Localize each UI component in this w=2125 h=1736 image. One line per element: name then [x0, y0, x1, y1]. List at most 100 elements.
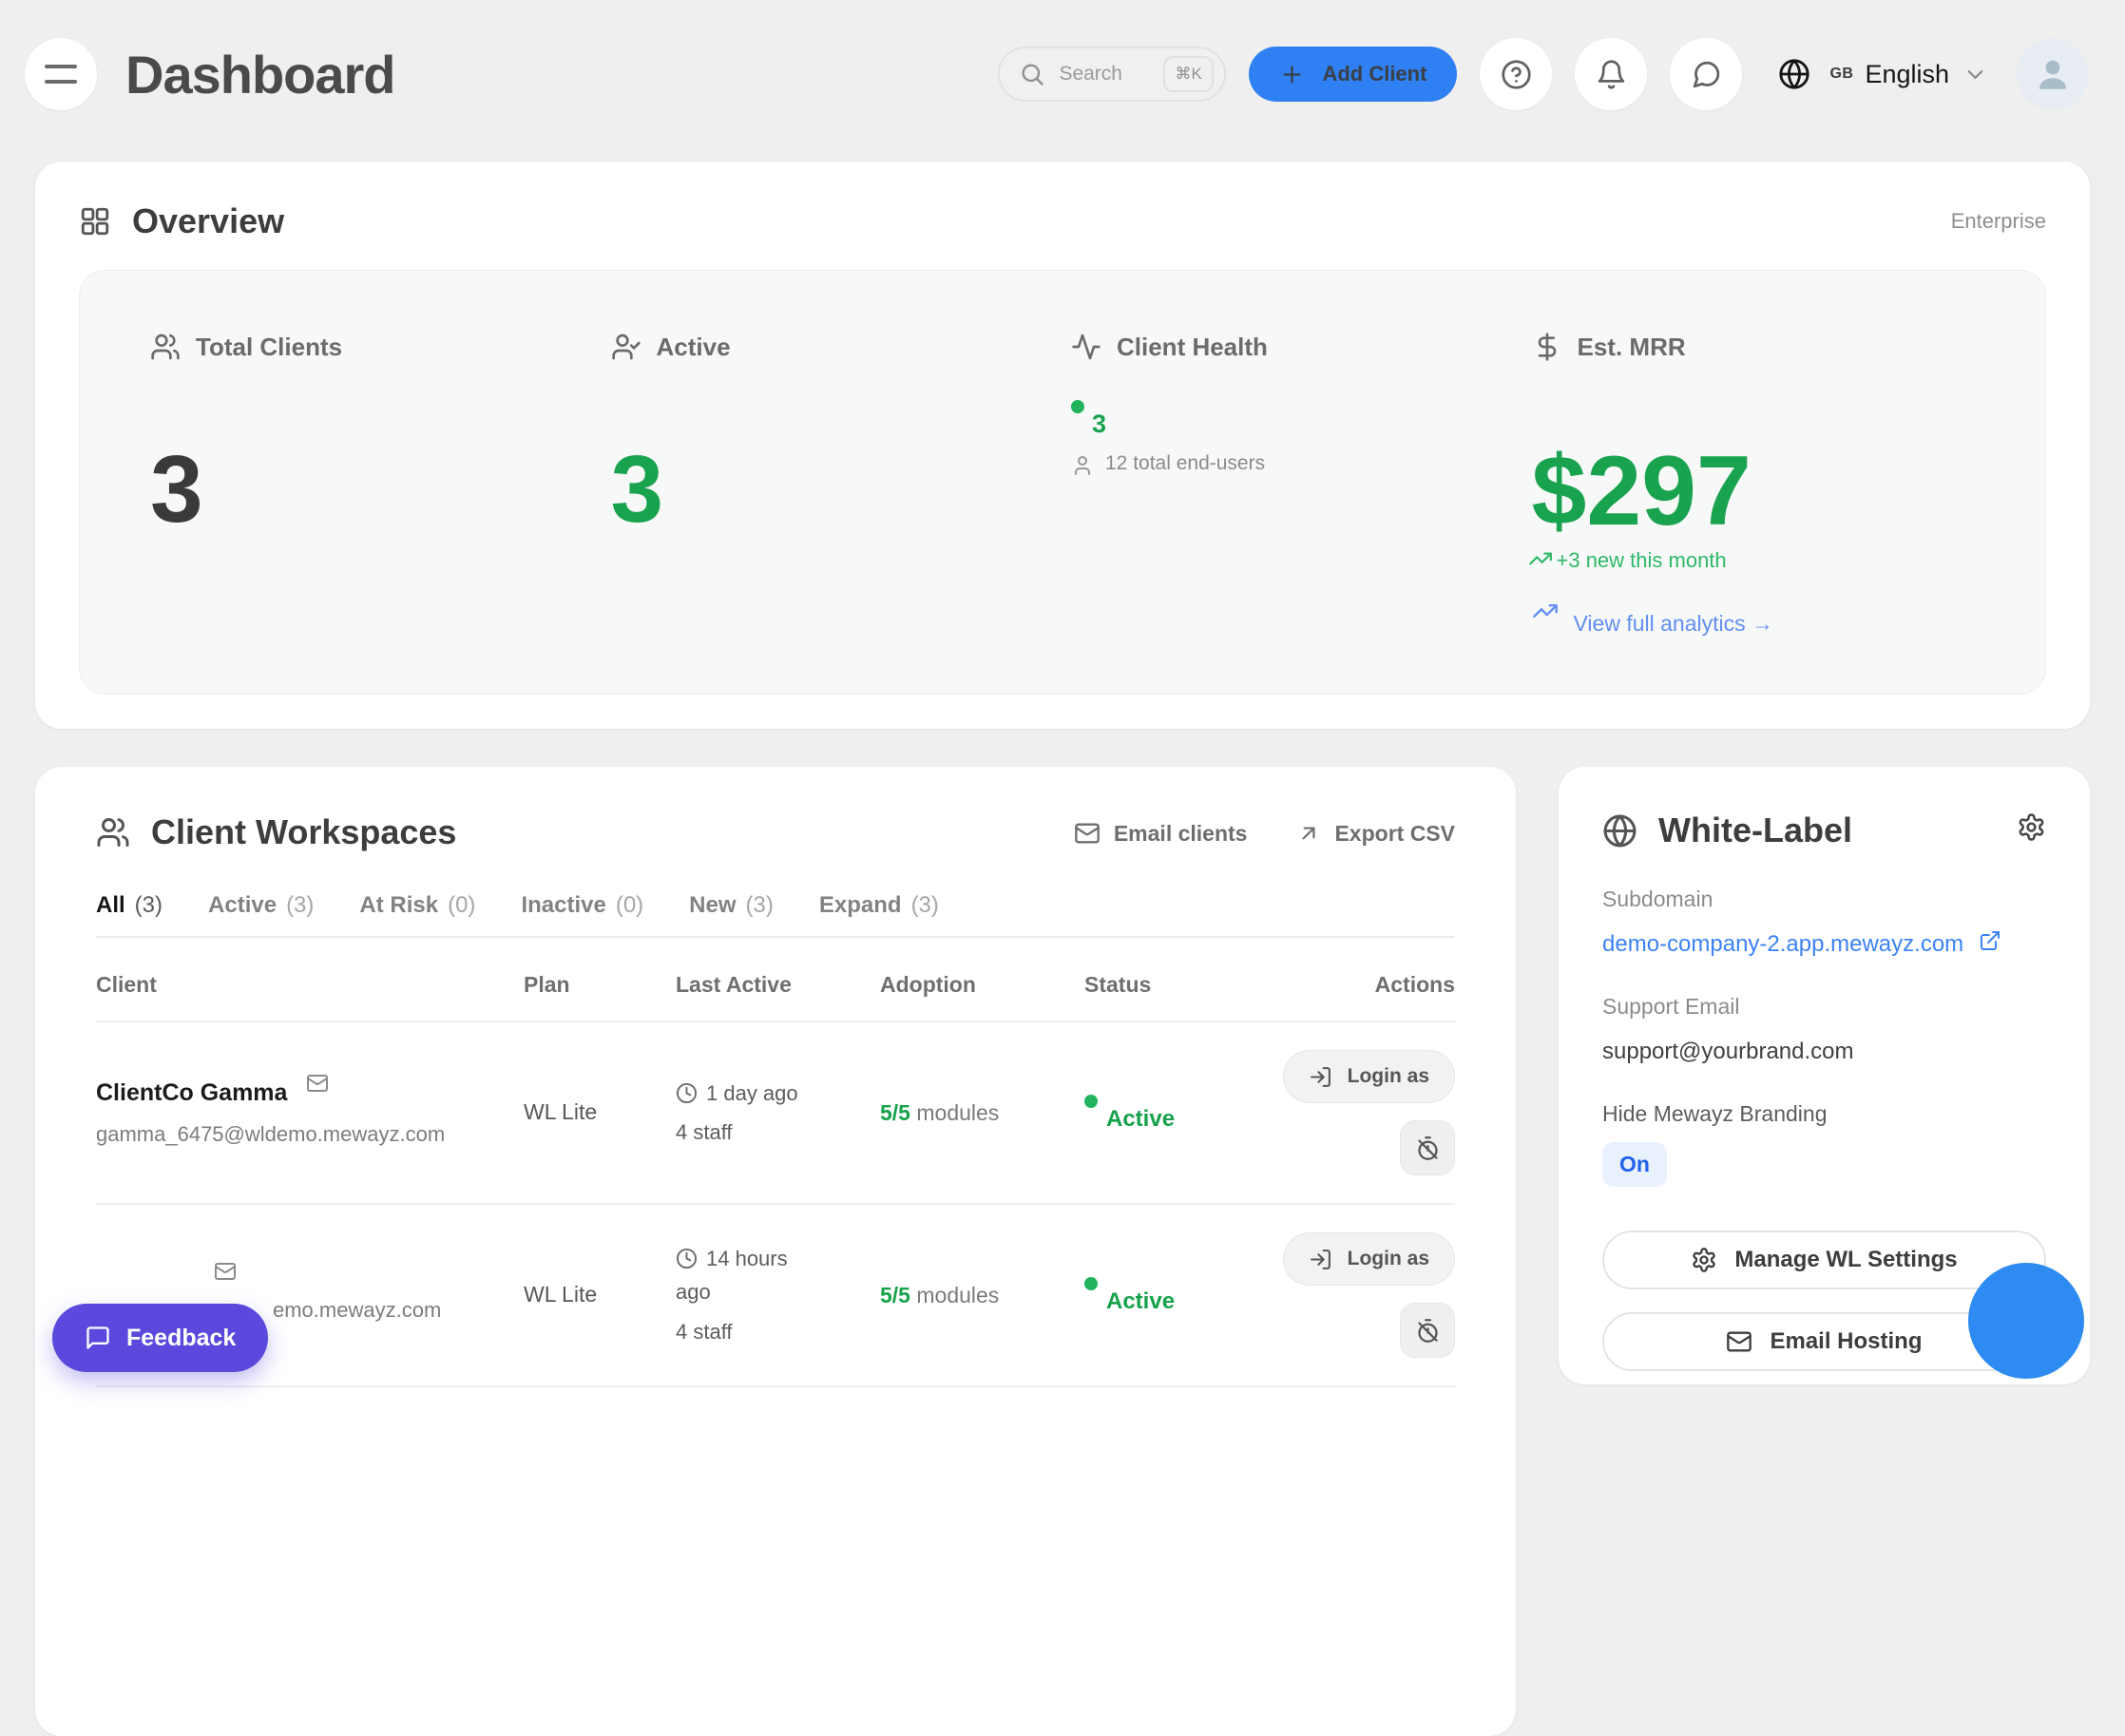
- adoption-cell: 5/5 modules: [880, 1283, 1084, 1308]
- clock-icon: [676, 1248, 698, 1269]
- tab-count: (0): [616, 892, 643, 919]
- export-csv-button[interactable]: Export CSV: [1296, 820, 1455, 847]
- gear-icon: [1691, 1247, 1717, 1273]
- view-analytics-link[interactable]: View full analytics →: [1532, 598, 1993, 637]
- chat-icon: [1691, 59, 1722, 90]
- trending-up-icon: [1528, 546, 1553, 571]
- messages-button[interactable]: [1670, 38, 1742, 110]
- add-client-button[interactable]: Add Client: [1249, 47, 1457, 102]
- timer-off-icon: [1415, 1318, 1441, 1344]
- overview-card: Overview Enterprise Total Clients 3 Acti…: [35, 162, 2090, 729]
- tab-inactive[interactable]: Inactive (0): [521, 892, 643, 919]
- workspaces-title: Client Workspaces: [151, 812, 456, 852]
- search-shortcut: ⌘K: [1163, 56, 1213, 92]
- tab-label: Active: [208, 892, 277, 919]
- email-clients-label: Email clients: [1114, 821, 1248, 847]
- search-icon: [1019, 61, 1045, 87]
- timer-off-icon: [1415, 1135, 1441, 1161]
- stat-client-health: Client Health 3 12 total end-users: [1071, 332, 1532, 637]
- end-users-text: 12 total end-users: [1105, 452, 1265, 475]
- menu-button[interactable]: [25, 38, 97, 110]
- white-label-title-row: White-Label: [1602, 811, 1852, 850]
- notifications-button[interactable]: [1575, 38, 1647, 110]
- tab-active[interactable]: Active (3): [208, 892, 314, 919]
- tab-new[interactable]: New (3): [689, 892, 774, 919]
- manage-wl-settings-button[interactable]: Manage WL Settings: [1602, 1230, 2046, 1289]
- staff-count: 4 staff: [676, 1116, 801, 1149]
- gear-icon: [2017, 812, 2046, 842]
- status-badge: Active: [1106, 1288, 1175, 1315]
- support-email-label: Support Email: [1602, 994, 2046, 1020]
- lower-columns: Client Workspaces Email clients Export C…: [35, 767, 2090, 1736]
- mrr-delta-text: +3 new this month: [1557, 548, 1727, 573]
- tab-all[interactable]: All (3): [96, 892, 163, 919]
- export-csv-label: Export CSV: [1334, 821, 1455, 847]
- support-email-value: support@yourbrand.com: [1602, 1039, 2046, 1065]
- topbar-actions: ⌘K Add Client GB English: [998, 38, 2089, 110]
- actions-cell: Login as: [1265, 1232, 1455, 1358]
- overview-header: Overview Enterprise: [79, 201, 2046, 241]
- healthy-dot: [1071, 400, 1084, 413]
- login-icon: [1309, 1065, 1332, 1089]
- staff-count: 4 staff: [676, 1315, 801, 1348]
- stat-value: 3: [150, 442, 611, 537]
- subdomain-link[interactable]: demo-company-2.app.mewayz.com: [1602, 931, 2046, 958]
- avatar-icon: [2033, 54, 2073, 94]
- client-workspaces-card: Client Workspaces Email clients Export C…: [35, 767, 1516, 1736]
- avatar[interactable]: [2017, 38, 2089, 110]
- external-link-icon: [1979, 929, 2001, 952]
- overview-title-row: Overview: [79, 201, 284, 241]
- clock-icon: [676, 1082, 698, 1104]
- adoption-value: 5/5: [880, 1100, 910, 1125]
- help-button[interactable]: [1480, 38, 1552, 110]
- last-active-time: 1 day ago: [676, 1077, 801, 1110]
- stat-total-clients: Total Clients 3: [150, 332, 611, 637]
- white-label-settings-button[interactable]: [2017, 812, 2046, 845]
- globe-icon: [1778, 58, 1810, 90]
- login-as-button[interactable]: Login as: [1283, 1232, 1455, 1286]
- snooze-button[interactable]: [1400, 1120, 1455, 1175]
- search-box[interactable]: ⌘K: [998, 47, 1226, 102]
- mail-icon[interactable]: [306, 1072, 329, 1095]
- tab-expand[interactable]: Expand (3): [819, 892, 939, 919]
- user-icon: [1071, 454, 1094, 477]
- email-clients-button[interactable]: Email clients: [1074, 820, 1248, 847]
- tab-label: Expand: [819, 892, 902, 919]
- workspaces-title-row: Client Workspaces: [96, 812, 456, 852]
- tab-count: (3): [746, 892, 774, 919]
- table-row: emo.mewayz.com WL Lite 14 hours ago 4 st…: [96, 1205, 1455, 1387]
- chat-fab-button[interactable]: [1968, 1263, 2084, 1379]
- login-as-button[interactable]: Login as: [1283, 1050, 1455, 1103]
- language-selector[interactable]: GB English: [1778, 58, 1988, 90]
- stat-label: Client Health: [1117, 333, 1268, 362]
- client-name-row: [96, 1268, 524, 1283]
- last-active-time: 14 hours ago: [676, 1242, 801, 1308]
- table-header: Client Plan Last Active Adoption Status …: [96, 938, 1455, 1022]
- last-active-cell: 14 hours ago 4 staff: [676, 1242, 801, 1348]
- end-users-row: 12 total end-users: [1071, 452, 1532, 477]
- stat-label: Est. MRR: [1578, 333, 1686, 362]
- status-dot: [1084, 1095, 1098, 1108]
- tab-count: (3): [135, 892, 163, 919]
- branding-status-badge: On: [1602, 1142, 1667, 1187]
- login-as-label: Login as: [1348, 1248, 1429, 1270]
- tab-count: (3): [911, 892, 939, 919]
- snooze-button[interactable]: [1400, 1303, 1455, 1358]
- stat-label: Total Clients: [196, 333, 342, 362]
- user-check-icon: [611, 332, 641, 362]
- stat-mrr: Est. MRR $297 +3 new this month View ful…: [1532, 332, 1993, 637]
- manage-wl-settings-label: Manage WL Settings: [1734, 1247, 1957, 1273]
- last-active-cell: 1 day ago 4 staff: [676, 1077, 801, 1149]
- dollar-icon: [1532, 332, 1562, 362]
- tab-at-risk[interactable]: At Risk (0): [359, 892, 475, 919]
- mail-icon[interactable]: [214, 1260, 237, 1283]
- feedback-button[interactable]: Feedback: [52, 1304, 268, 1372]
- page-title: Dashboard: [125, 44, 395, 105]
- client-email: gamma_6475@wldemo.mewayz.com: [96, 1122, 524, 1147]
- status-cell: Active: [1084, 1093, 1265, 1133]
- actions-cell: Login as: [1265, 1050, 1455, 1175]
- bell-icon: [1596, 59, 1627, 90]
- workspace-tabs: All (3) Active (3) At Risk (0) Inactive …: [96, 892, 1455, 938]
- healthy-count: 3: [1092, 410, 1106, 439]
- search-input[interactable]: [1059, 63, 1150, 86]
